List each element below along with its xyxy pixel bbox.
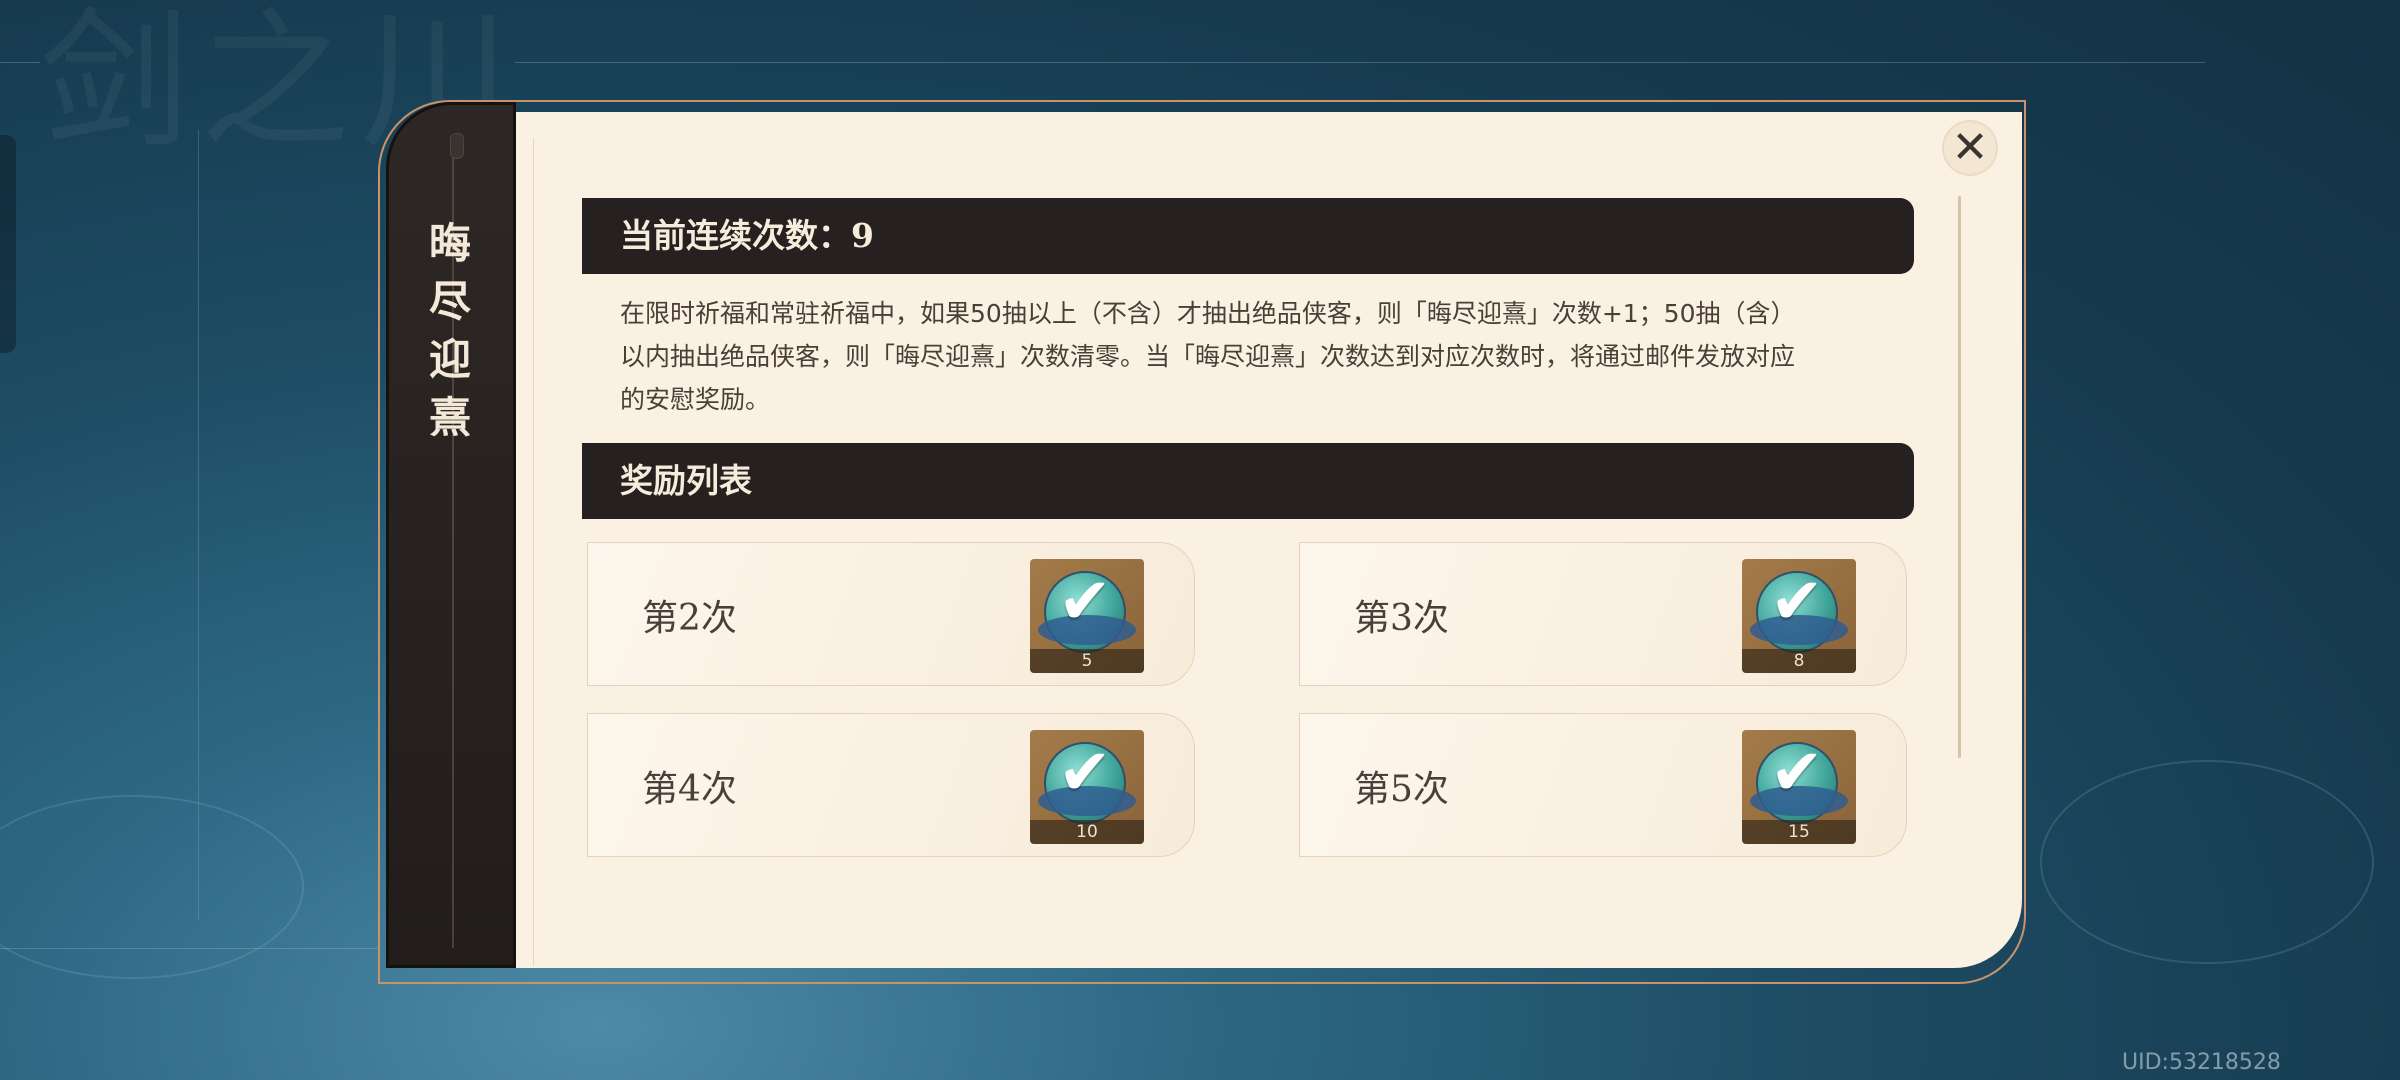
check-icon: ✔ bbox=[1770, 736, 1824, 810]
reward-card: 第2次 ✔ 5 bbox=[587, 542, 1195, 686]
check-icon: ✔ bbox=[1058, 565, 1112, 639]
user-id-label: UID:53218528 bbox=[2122, 1050, 2281, 1075]
reward-card-label: 第2次 bbox=[642, 598, 737, 639]
spine-knob bbox=[450, 133, 464, 159]
dialog-title-char: 熹 bbox=[428, 393, 471, 442]
reward-item[interactable]: ✔ 8 bbox=[1742, 559, 1856, 673]
check-icon: ✔ bbox=[1770, 565, 1824, 639]
reward-list-title: 奖励列表 bbox=[620, 461, 752, 500]
dialog-title-char: 尽 bbox=[428, 277, 471, 326]
reward-card-label: 第4次 bbox=[642, 769, 737, 810]
description-line: 以内抽出绝品侠客，则「晦尽迎熹」次数清零。当「晦尽迎熹」次数达到对应次数时，将通… bbox=[620, 342, 1796, 371]
dialog-title-char: 迎 bbox=[428, 335, 471, 384]
dialog-title: 晦 尽 迎 熹 bbox=[420, 215, 480, 447]
reward-item[interactable]: ✔ 15 bbox=[1742, 730, 1856, 844]
deco-line bbox=[515, 62, 2205, 63]
reward-count: 5 bbox=[1030, 649, 1144, 673]
current-count-label: 当前连续次数：9 bbox=[620, 216, 874, 255]
panel-divider-line bbox=[533, 138, 534, 966]
reward-item[interactable]: ✔ 5 bbox=[1030, 559, 1144, 673]
close-button[interactable]: ✕ bbox=[1944, 122, 1996, 174]
reward-count: 8 bbox=[1742, 649, 1856, 673]
scrollbar[interactable] bbox=[1958, 196, 1961, 758]
reward-count: 10 bbox=[1030, 820, 1144, 844]
dialog-title-char: 晦 bbox=[428, 219, 471, 268]
reward-card-label: 第3次 bbox=[1354, 598, 1449, 639]
deco-line bbox=[0, 62, 40, 63]
reward-list-header: 奖励列表 bbox=[582, 443, 1914, 519]
reward-item[interactable]: ✔ 10 bbox=[1030, 730, 1144, 844]
reward-card: 第4次 ✔ 10 bbox=[587, 713, 1195, 857]
check-icon: ✔ bbox=[1058, 736, 1112, 810]
close-x-icon: ✕ bbox=[1951, 122, 1989, 173]
left-edge-tab bbox=[0, 135, 16, 353]
reward-card: 第3次 ✔ 8 bbox=[1299, 542, 1907, 686]
deco-ellipse bbox=[0, 795, 304, 979]
rule-description: 在限时祈福和常驻祈福中，如果50抽以上（不含）才抽出绝品侠客，则「晦尽迎熹」次数… bbox=[620, 292, 1890, 421]
description-line: 的安慰奖励。 bbox=[620, 385, 771, 414]
current-count-header: 当前连续次数：9 bbox=[582, 198, 1914, 274]
reward-count: 15 bbox=[1742, 820, 1856, 844]
reward-card-label: 第5次 bbox=[1354, 769, 1449, 810]
deco-ellipse bbox=[2040, 760, 2374, 964]
description-line: 在限时祈福和常驻祈福中，如果50抽以上（不含）才抽出绝品侠客，则「晦尽迎熹」次数… bbox=[620, 299, 1796, 328]
reward-card: 第5次 ✔ 15 bbox=[1299, 713, 1907, 857]
